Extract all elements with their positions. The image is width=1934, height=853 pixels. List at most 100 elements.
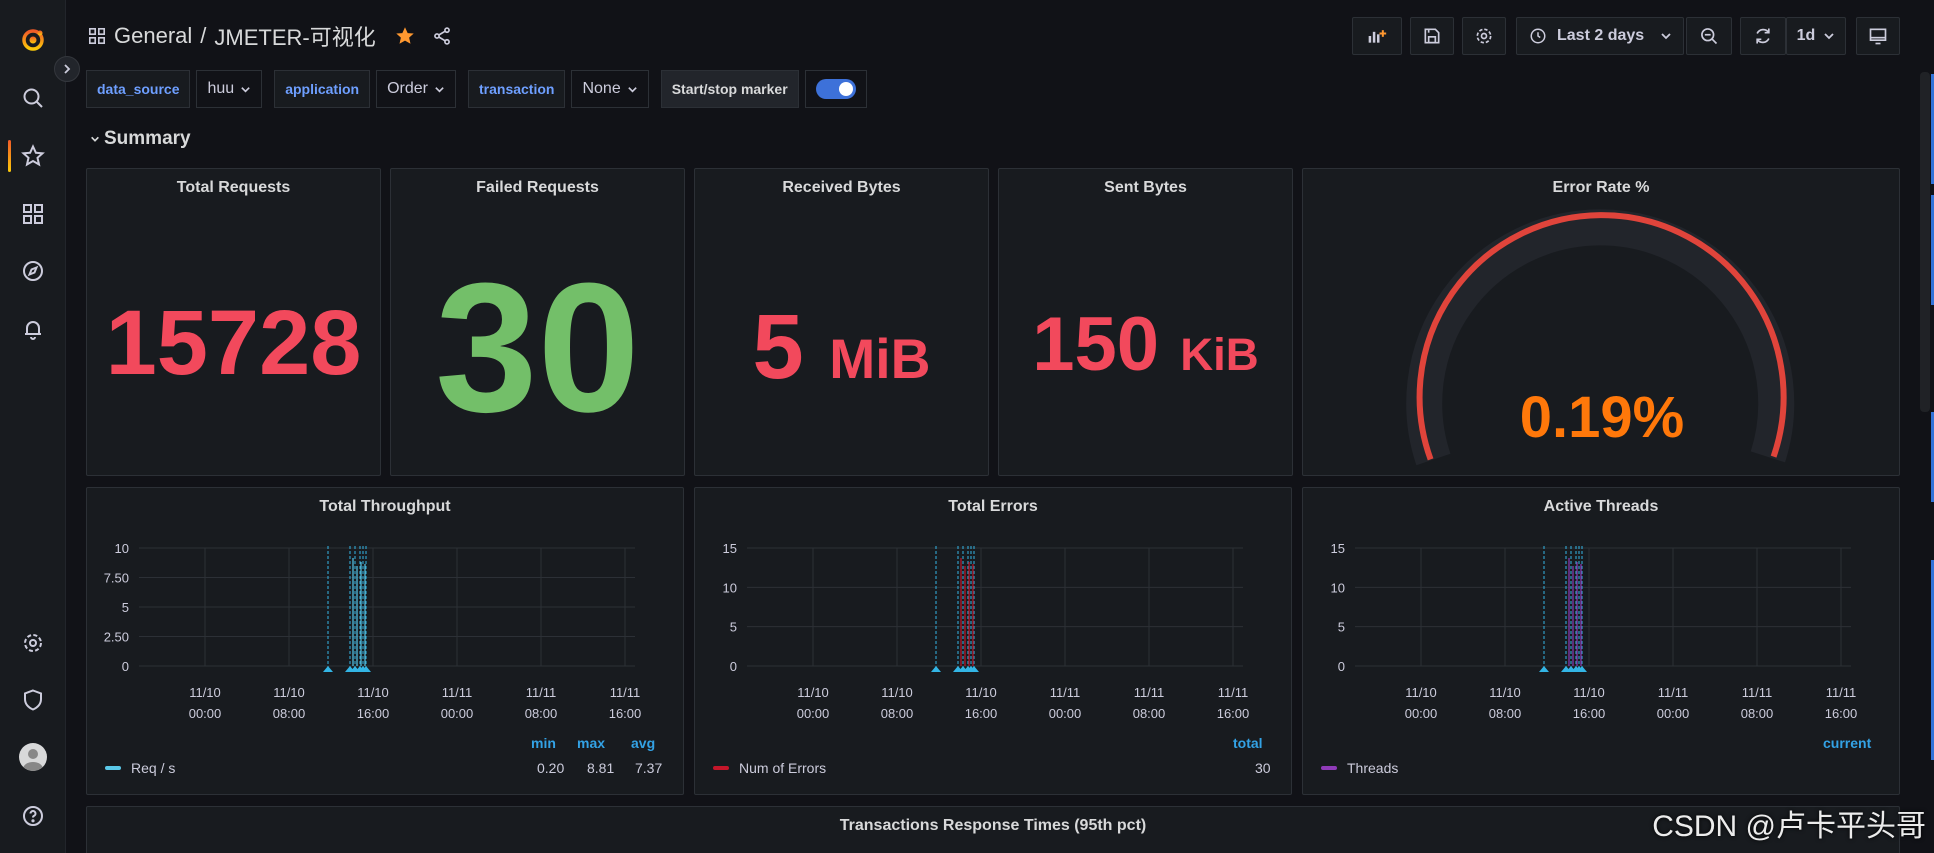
x-tick-label: 16:00	[1825, 706, 1858, 721]
x-tick-label: 00:00	[189, 706, 222, 721]
grafana-app: General / JMETER-可视化 Last 2 days 1d data…	[0, 0, 1934, 853]
add-panel-icon	[1368, 30, 1387, 43]
variable-label-application: application	[274, 70, 371, 108]
panel-total-errors[interactable]: Total Errors 15 10 5 0 11/10 00:00 11/10 08:00 1…	[694, 487, 1292, 795]
star-filled-icon[interactable]	[394, 25, 416, 47]
active-indicator	[8, 140, 11, 172]
page-scrollbar[interactable]	[1920, 72, 1930, 412]
time-range-picker[interactable]: Last 2 days	[1516, 17, 1684, 55]
panel-title: Transactions Response Times (95th pct)	[839, 817, 1147, 834]
panel-total-requests[interactable]: Total Requests 15728	[86, 168, 381, 476]
x-tick-label: 08:00	[881, 706, 914, 721]
stat-value-wrapper: 150 KiB	[999, 301, 1292, 388]
y-tick-label: 0	[1338, 659, 1345, 674]
x-tick-label: 16:00	[965, 706, 998, 721]
explore-icon[interactable]	[17, 255, 49, 287]
save-icon	[1424, 28, 1440, 44]
variable-value-data-source: huu	[207, 80, 235, 97]
add-panel-button[interactable]	[1352, 17, 1402, 55]
x-tick-label: 16:00	[357, 706, 390, 721]
chevron-right-icon	[64, 64, 71, 74]
panel-title: Received Bytes	[782, 179, 901, 196]
grafana-logo-icon[interactable]	[17, 24, 49, 56]
save-dashboard-button[interactable]	[1410, 17, 1454, 55]
y-tick-label: 0	[122, 659, 129, 674]
zoom-out-icon	[1701, 28, 1718, 45]
settings-gear-icon[interactable]	[17, 627, 49, 659]
breadcrumb-separator: /	[200, 23, 207, 48]
server-admin-shield-icon[interactable]	[17, 684, 49, 716]
x-tick-label: 11/10	[881, 685, 913, 700]
variable-select-transaction[interactable]: None	[571, 70, 649, 108]
variable-select-application[interactable]: Order	[376, 70, 456, 108]
alerting-bell-icon[interactable]	[17, 313, 49, 345]
chevron-down-icon	[435, 86, 444, 93]
row-summary-header[interactable]: Summary	[90, 128, 191, 150]
variable-select-data-source[interactable]: huu	[196, 70, 263, 108]
x-tick-label: 00:00	[1405, 706, 1438, 721]
y-tick-label: 5	[730, 620, 737, 635]
clock-icon	[1530, 28, 1546, 44]
legend-header-total: total	[1233, 735, 1263, 751]
panel-sent-bytes[interactable]: Sent Bytes 150 KiB	[998, 168, 1293, 476]
panel-title: Total Requests	[176, 179, 291, 196]
starred-icon[interactable]	[17, 140, 49, 172]
annotation-marker[interactable]	[931, 666, 941, 672]
legend-item-req-per-s[interactable]: Req / s	[105, 760, 175, 776]
panel-total-throughput[interactable]: Total Throughput 10 7.50 5 2.50 0 11/10 00:00 1…	[86, 487, 684, 795]
x-tick-label: 11/11	[1218, 685, 1249, 700]
marker-label: Start/stop marker	[660, 70, 799, 108]
x-tick-label: 00:00	[1657, 706, 1690, 721]
legend-swatch	[105, 766, 121, 770]
variable-label-transaction: transaction	[468, 70, 566, 108]
variables-bar: data_source huu application Order transa…	[86, 70, 879, 108]
y-tick-label: 15	[723, 541, 737, 556]
help-icon[interactable]	[17, 800, 49, 832]
panel-error-rate[interactable]: Error Rate % 0.19%	[1302, 168, 1900, 476]
refresh-interval-picker[interactable]: 1d	[1786, 17, 1846, 55]
gear-icon	[1476, 28, 1492, 44]
breadcrumb-folder[interactable]: General	[114, 23, 192, 49]
dashboard-title[interactable]: JMETER-可视化	[214, 20, 375, 52]
search-icon[interactable]	[17, 82, 49, 114]
watermark-text: CSDN @卢卡平头哥	[1652, 810, 1926, 843]
x-tick-label: 11/10	[1489, 685, 1521, 700]
legend-item-threads[interactable]: Threads	[1321, 760, 1398, 776]
legend-value-total: 30	[1255, 760, 1271, 776]
y-tick-label: 2.50	[104, 630, 129, 645]
chevron-down-icon	[91, 136, 99, 142]
x-tick-label: 11/10	[1573, 685, 1605, 700]
panel-transactions-response-times[interactable]: Transactions Response Times (95th pct)	[86, 806, 1900, 853]
throughput-graph-area: 10 7.50 5 2.50 0 11/10 00:00 11/10 08:00 11/10 16:…	[104, 541, 642, 721]
panel-active-threads[interactable]: Active Threads 15 10 5 0 11/10 00:00 11/10 08:0…	[1302, 487, 1900, 795]
legend-swatch	[713, 766, 729, 770]
x-tick-label: 16:00	[609, 706, 642, 721]
legend-series-name: Num of Errors	[739, 760, 827, 776]
annotation-marker[interactable]	[323, 666, 333, 672]
error-rate-gauge: 0.19%	[1406, 209, 1795, 466]
share-icon[interactable]	[432, 26, 452, 46]
marker-toggle-switch[interactable]	[815, 79, 856, 99]
chevron-down-icon	[1661, 33, 1671, 40]
y-tick-label: 5	[122, 600, 129, 615]
x-tick-label: 16:00	[1573, 706, 1606, 721]
user-avatar[interactable]	[19, 743, 47, 771]
legend-item-num-of-errors[interactable]: Num of Errors	[713, 760, 826, 776]
x-tick-label: 16:00	[1217, 706, 1250, 721]
dashboards-icon[interactable]	[17, 198, 49, 230]
y-tick-label: 5	[1338, 620, 1345, 635]
annotation-marker[interactable]	[1539, 666, 1549, 672]
panel-received-bytes[interactable]: Received Bytes 5 MiB	[694, 168, 989, 476]
tv-mode-button[interactable]	[1856, 17, 1900, 55]
panel-failed-requests[interactable]: Failed Requests 30	[390, 168, 685, 476]
sidebar-expand-button[interactable]	[54, 56, 80, 82]
refresh-button[interactable]	[1740, 17, 1786, 55]
marker-toggle-wrapper[interactable]	[804, 70, 867, 108]
x-tick-label: 11/10	[1405, 685, 1437, 700]
zoom-out-button[interactable]	[1686, 17, 1732, 55]
x-tick-label: 00:00	[1049, 706, 1082, 721]
breadcrumb: General / JMETER-可视化	[88, 20, 452, 52]
stat-value: 5	[752, 296, 804, 398]
dashboard-settings-button[interactable]	[1462, 17, 1506, 55]
y-tick-label: 10	[1331, 580, 1345, 595]
